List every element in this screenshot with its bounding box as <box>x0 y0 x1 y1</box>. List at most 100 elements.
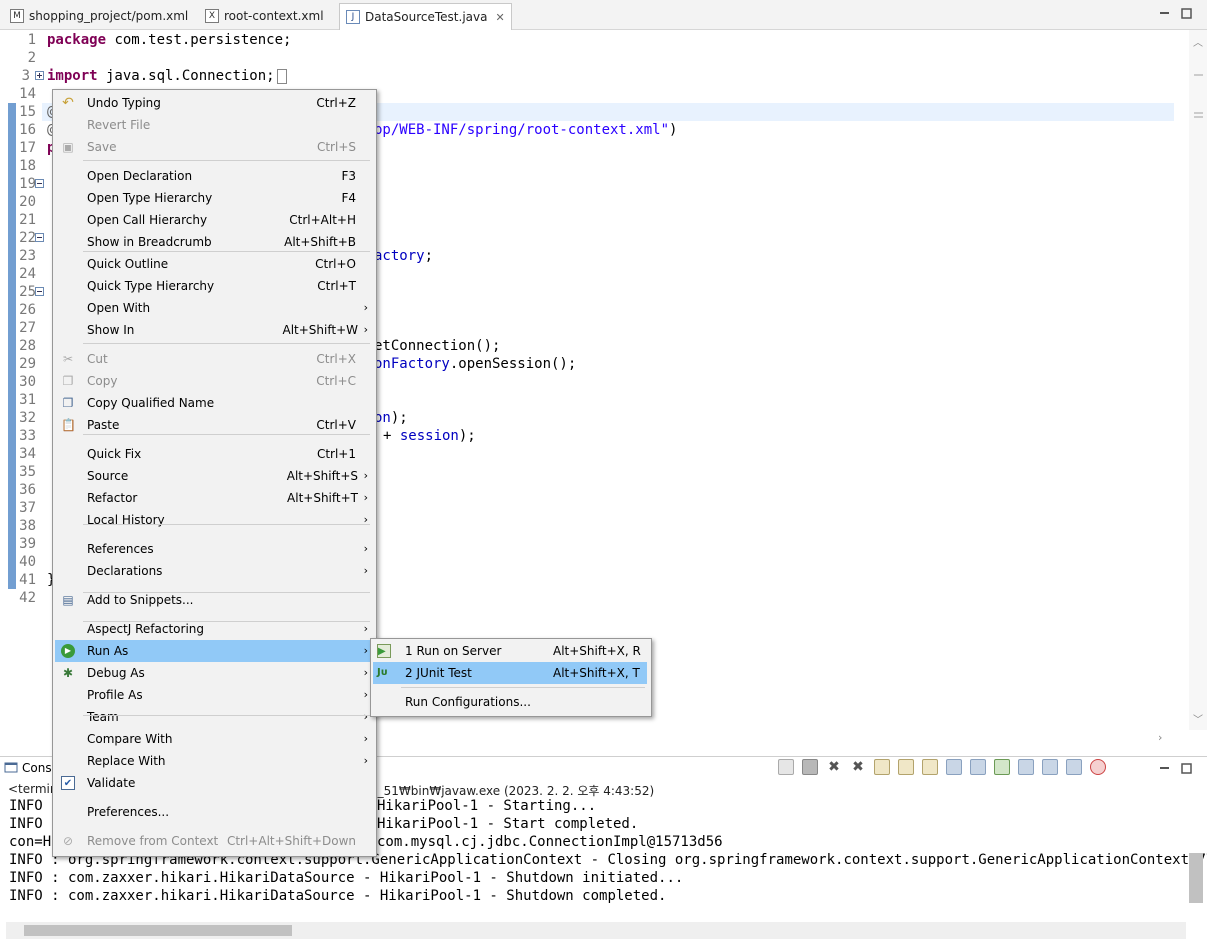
menu-item-open-call-hierarchy[interactable]: Open Call Hierarchy Ctrl+Alt+H <box>55 209 372 231</box>
menu-item-label: Source <box>87 469 129 483</box>
menu-item-declarations[interactable]: Declarations › <box>55 560 372 582</box>
menu-item-label: Team <box>87 710 119 724</box>
scroll-right-icon[interactable]: › <box>1158 731 1162 744</box>
remove-all-terminated-icon[interactable]: ✖ <box>850 759 866 775</box>
show-on-stdout-icon[interactable] <box>946 759 962 775</box>
eclemma-icon[interactable] <box>1090 759 1106 775</box>
menu-item-label: Copy Qualified Name <box>87 396 215 410</box>
tab-datasourcetest-java[interactable]: J DataSourceTest.java ✕ <box>339 3 512 30</box>
menu-item-open-type-hierarchy[interactable]: Open Type Hierarchy F4 <box>55 187 372 209</box>
menu-item-shortcut: Ctrl+Z <box>316 96 356 110</box>
menu-item-show-in[interactable]: Show In Alt+Shift+W › <box>55 319 372 341</box>
menu-item-revert-file[interactable]: Revert File <box>55 114 372 136</box>
menu-item-compare-with[interactable]: Compare With › <box>55 728 372 750</box>
scroll-down-icon[interactable]: ﹀ <box>1193 711 1203 726</box>
menu-item-debug-as[interactable]: ✱ Debug As › <box>55 662 372 684</box>
menu-item-quick-outline[interactable]: Quick Outline Ctrl+O <box>55 253 372 275</box>
line-number: 19 <box>19 176 36 192</box>
pin-icon[interactable] <box>778 759 794 775</box>
fold-collapse-icon[interactable] <box>35 233 44 242</box>
menu-item-local-history[interactable]: Local History › <box>55 509 372 531</box>
menu-item-shortcut: F4 <box>341 191 356 205</box>
line-number: 30 <box>19 374 36 390</box>
minimize-icon[interactable] <box>1159 8 1170 19</box>
menu-item-label: Quick Fix <box>87 447 142 461</box>
menu-separator <box>83 343 370 344</box>
submenu-arrow-icon: › <box>363 301 368 314</box>
maximize-icon[interactable] <box>1181 763 1192 774</box>
scroll-thumb[interactable] <box>24 925 292 936</box>
menu-item-paste[interactable]: 📋 Paste Ctrl+V <box>55 414 372 436</box>
console-tab[interactable]: Cons <box>4 757 52 779</box>
menu-item-shortcut: Ctrl+X <box>316 352 356 366</box>
menu-item-undo-typing[interactable]: ↶ Undo Typing Ctrl+Z <box>55 92 372 114</box>
console-vertical-scrollbar[interactable] <box>1189 853 1203 903</box>
menu-item-replace-with[interactable]: Replace With › <box>55 750 372 772</box>
menu-item-quick-type-hierarchy[interactable]: Quick Type Hierarchy Ctrl+T <box>55 275 372 297</box>
menu-item-copy-qualified-name[interactable]: ❐ Copy Qualified Name <box>55 392 372 414</box>
fold-expand-icon[interactable] <box>35 71 44 80</box>
menu-item-open-with[interactable]: Open With › <box>55 297 372 319</box>
copy-qualified-icon: ❐ <box>62 396 74 410</box>
maximize-icon[interactable] <box>1181 8 1192 19</box>
minimize-icon[interactable] <box>1159 763 1170 774</box>
menu-item-source[interactable]: Source Alt+Shift+S › <box>55 465 372 487</box>
display-console-icon[interactable] <box>1018 759 1034 775</box>
close-tab-icon[interactable]: ✕ <box>495 11 504 24</box>
menu-item-preferences[interactable]: Preferences... <box>55 801 372 823</box>
menu-item-quick-fix[interactable]: Quick Fix Ctrl+1 <box>55 443 372 465</box>
line-number: 16 <box>19 122 36 138</box>
menu-separator <box>83 592 370 593</box>
line-number: 22 <box>19 230 36 246</box>
menu-item-copy[interactable]: ❐ Copy Ctrl+C <box>55 370 372 392</box>
menu-item-run-as[interactable]: ▶ Run As › <box>55 640 372 662</box>
console-line: INFO <box>9 816 43 832</box>
submenu-item-1-run-on-server[interactable]: ▶ 1 Run on Server Alt+Shift+X, R <box>373 640 647 662</box>
console-horizontal-scrollbar[interactable] <box>6 922 1186 939</box>
menu-item-remove-from-context[interactable]: ⊘ Remove from Context Ctrl+Alt+Shift+Down <box>55 830 372 852</box>
menu-item-label: Open Declaration <box>87 169 193 183</box>
menu-item-open-declaration[interactable]: Open Declaration F3 <box>55 165 372 187</box>
menu-item-team[interactable]: Team › <box>55 706 372 728</box>
terminate-icon[interactable] <box>802 759 818 775</box>
submenu-arrow-icon: › <box>363 513 368 526</box>
editor-vertical-scrollbar[interactable]: ︿ ﹀ <box>1189 30 1207 730</box>
console-menu-icon[interactable] <box>1066 759 1082 775</box>
submenu-item-2-junit-test[interactable]: Jᴜ 2 JUnit Test Alt+Shift+X, T <box>373 662 647 684</box>
line-number: 42 <box>19 590 36 606</box>
paste-icon: 📋 <box>61 418 76 432</box>
line-number: 37 <box>19 500 36 516</box>
menu-item-profile-as[interactable]: Profile As › <box>55 684 372 706</box>
word-wrap-icon[interactable] <box>922 759 938 775</box>
line-number: 32 <box>19 410 36 426</box>
pin-console-icon[interactable] <box>994 759 1010 775</box>
submenu-item-shortcut: Alt+Shift+X, R <box>553 644 641 658</box>
fold-collapse-icon[interactable] <box>35 179 44 188</box>
submenu-arrow-icon: › <box>363 666 368 679</box>
tab-root-context-xml[interactable]: X root-context.xml <box>205 4 324 28</box>
tab-pom-xml[interactable]: M shopping_project/pom.xml <box>10 4 188 28</box>
menu-item-cut[interactable]: ✂ Cut Ctrl+X <box>55 348 372 370</box>
menu-item-references[interactable]: References › <box>55 538 372 560</box>
menu-item-show-in-breadcrumb[interactable]: Show in Breadcrumb Alt+Shift+B <box>55 231 372 253</box>
clear-console-icon[interactable] <box>874 759 890 775</box>
line-number: 25 <box>19 284 36 300</box>
show-on-stderr-icon[interactable] <box>970 759 986 775</box>
menu-item-save[interactable]: ▣ Save Ctrl+S <box>55 136 372 158</box>
menu-item-label: Declarations <box>87 564 163 578</box>
fold-collapse-icon[interactable] <box>35 287 44 296</box>
console-line: INFO <box>9 798 43 814</box>
scroll-lock-icon[interactable] <box>898 759 914 775</box>
menu-item-validate[interactable]: ✔ Validate <box>55 772 372 794</box>
line-number: 15 <box>19 104 36 120</box>
menu-item-refactor[interactable]: Refactor Alt+Shift+T › <box>55 487 372 509</box>
scroll-up-icon[interactable]: ︿ <box>1193 34 1203 49</box>
menu-item-label: Refactor <box>87 491 138 505</box>
menu-item-shortcut: Ctrl+V <box>316 418 356 432</box>
code-line: etConnection(); <box>374 338 501 354</box>
remove-launch-icon[interactable]: ✖ <box>826 759 842 775</box>
console-toolbar: ✖ ✖ <box>778 759 1106 779</box>
open-console-icon[interactable] <box>1042 759 1058 775</box>
submenu-item-run-configurations[interactable]: Run Configurations... <box>373 691 647 713</box>
line-number: 39 <box>19 536 36 552</box>
